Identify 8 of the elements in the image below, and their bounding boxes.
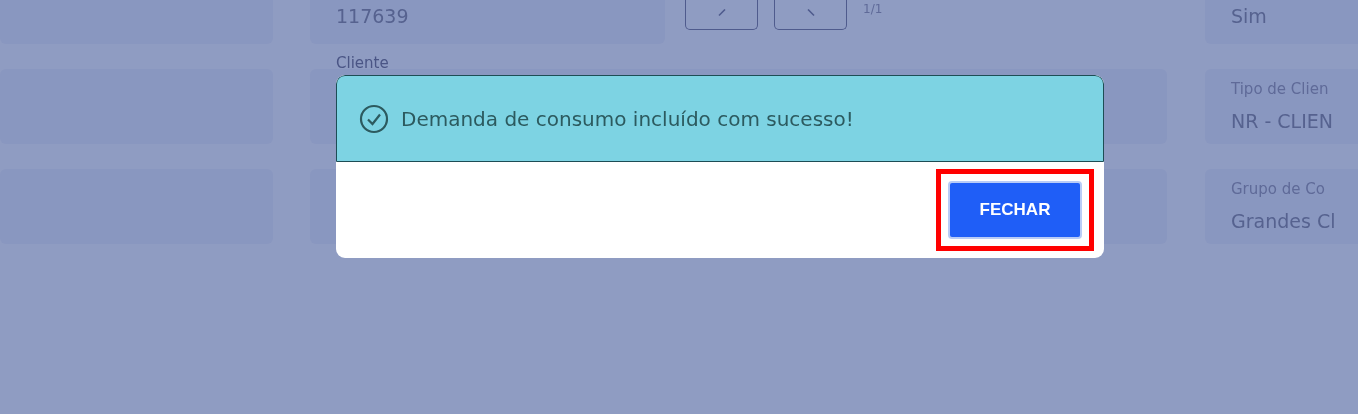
next-button[interactable] xyxy=(774,0,847,30)
check-circle-icon xyxy=(359,103,389,134)
chevron-right-icon xyxy=(806,9,815,17)
close-button[interactable]: FECHAR xyxy=(948,181,1082,239)
chevron-left-icon xyxy=(717,9,726,17)
alert-message: Demanda de consumo incluído com sucesso! xyxy=(401,105,854,133)
previous-button[interactable] xyxy=(685,0,758,30)
field-label: Cliente xyxy=(335,55,390,72)
